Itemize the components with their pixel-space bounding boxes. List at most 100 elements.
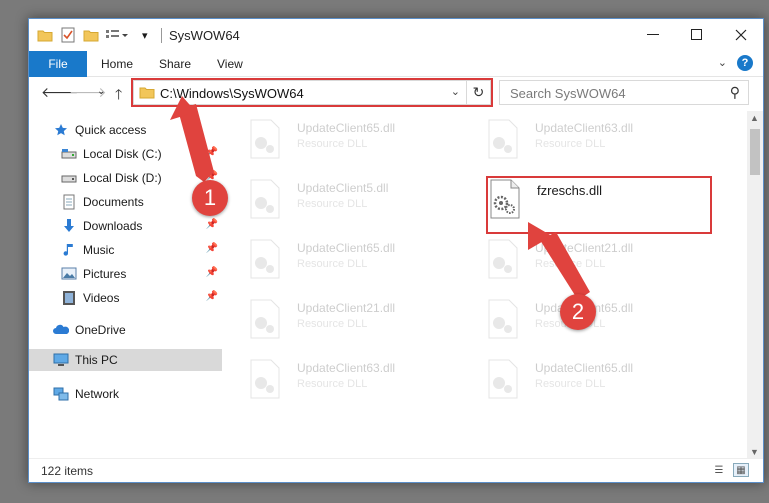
file-name: UpdateClient21.dll [297,301,396,315]
search-placeholder: Search SysWOW64 [510,86,626,101]
drive-icon [61,146,77,162]
sidebar-item-label: Music [83,243,115,257]
music-icon [61,242,77,258]
window-title: SysWOW64 [169,28,240,43]
file-item[interactable]: UpdateClient21.dll Resource DLL [487,239,707,289]
file-type: Resource DLL [535,138,606,150]
pin-icon[interactable]: 📌 [206,267,218,278]
sidebar-item-downloads[interactable]: Downloads 📌 [29,215,222,237]
documents-icon [61,194,77,210]
pin-icon[interactable]: 📌 [206,147,218,158]
downloads-icon [61,218,77,234]
onedrive-icon [53,322,69,338]
new-folder-icon[interactable] [83,26,99,44]
pin-icon[interactable]: 📌 [206,291,218,302]
dll-file-icon [488,299,518,339]
sidebar-item-label: Local Disk (C:) [83,147,162,161]
file-item[interactable]: UpdateClient63.dll Resource DLL [487,119,707,169]
file-name: UpdateClient65.dll [297,241,396,255]
title-divider [161,28,162,43]
file-type: Resource DLL [297,198,368,210]
sidebar-item-label: Quick access [75,123,147,137]
tab-file[interactable]: File [29,51,87,77]
file-type: Resource DLL [297,138,368,150]
sidebar-item-label: Pictures [83,267,127,281]
file-item[interactable]: UpdateClient21.dll Resource DLL [249,299,469,349]
file-type: Resource DLL [535,378,606,390]
up-arrow-icon[interactable]: 🡑 [115,84,122,108]
tab-view[interactable]: View [217,57,243,71]
dll-file-icon [250,239,280,279]
search-icon[interactable]: ⚲ [730,84,740,101]
dll-file-icon [488,239,518,279]
file-type: Resource DLL [297,378,368,390]
explorer-window: ▾ SysWOW64 File Home Share View ⌄ ? 🡐 🡒 … [28,18,764,483]
tab-home[interactable]: Home [101,57,133,71]
file-name: UpdateClient65.dll [535,361,634,375]
scroll-up-icon[interactable]: ▲ [750,113,759,123]
close-icon[interactable] [719,19,763,51]
details-view-icon[interactable]: ☰ [711,463,727,477]
file-name: UpdateClient5.dll [297,181,389,195]
qa-dropdown-icon[interactable]: ▾ [142,26,148,44]
dll-file-icon [250,299,280,339]
file-name: UpdateClient65.dll [297,121,396,135]
sidebar-item-videos[interactable]: Videos 📌 [29,287,222,309]
sidebar-item-label: This PC [75,353,118,367]
navigation-bar: 🡐 🡒 ⌄ 🡑 C:\Windows\SysWOW64 ⌄ ↻ Search S… [29,77,763,109]
sidebar-item-local-disk-d[interactable]: Local Disk (D:) 📌 [29,167,222,189]
chevron-down-icon[interactable]: ⌄ [718,56,727,69]
sidebar-item-label: Documents [83,195,144,209]
help-icon[interactable]: ? [737,55,753,71]
videos-icon [61,290,77,306]
network-icon [53,386,69,402]
drive-icon [61,170,77,186]
file-item[interactable]: UpdateClient5.dll Resource DLL [249,179,469,229]
file-item[interactable]: UpdateClient63.dll Resource DLL [249,359,469,409]
minimize-icon[interactable] [631,19,675,51]
dll-file-icon [250,359,280,399]
large-icons-view-icon[interactable]: ▦ [733,463,749,477]
sidebar-item-this-pc[interactable]: This PC [29,349,222,371]
properties-icon[interactable] [61,26,75,44]
file-type: Resource DLL [297,258,368,270]
sidebar-item-pictures[interactable]: Pictures 📌 [29,263,222,285]
file-name: UpdateClient63.dll [535,121,634,135]
file-highlight-box [486,176,712,234]
pin-icon[interactable]: 📌 [206,243,218,254]
vertical-scrollbar[interactable]: ▲ ▼ [747,111,763,459]
sidebar-item-onedrive[interactable]: OneDrive [29,319,222,341]
dll-file-icon [488,119,518,159]
recent-locations-icon[interactable]: ⌄ [97,86,105,97]
file-item[interactable]: UpdateClient65.dll Resource DLL [249,239,469,289]
sidebar-item-label: Network [75,387,120,401]
maximize-icon[interactable] [675,19,719,51]
step-badge-1: 1 [192,180,228,216]
tab-share[interactable]: Share [159,57,191,71]
file-item[interactable]: UpdateClient65.dll Resource DLL [487,299,707,349]
sidebar-item-music[interactable]: Music 📌 [29,239,222,261]
file-item[interactable]: UpdateClient65.dll Resource DLL [249,119,469,169]
title-bar: ▾ SysWOW64 [29,19,763,51]
pc-icon [53,352,69,368]
status-bar: 122 items ☰ ▦ [29,458,763,482]
ribbon-tabs: File Home Share View ⌄ ? [29,51,763,77]
scroll-down-icon[interactable]: ▼ [750,447,759,457]
address-highlight-box [131,78,493,107]
sidebar-item-label: Videos [83,291,120,305]
item-count: 122 items [41,464,94,478]
customize-qa-icon[interactable] [105,26,129,44]
file-type: Resource DLL [535,258,606,270]
step-badge-2: 2 [560,294,596,330]
sidebar-item-quick-access[interactable]: Quick access [29,119,222,141]
file-name: UpdateClient21.dll [535,241,634,255]
file-name: UpdateClient63.dll [297,361,396,375]
scroll-thumb[interactable] [750,129,760,175]
pin-icon[interactable]: 📌 [206,219,218,230]
sidebar-item-label: OneDrive [75,323,126,337]
dll-file-icon [250,179,280,219]
sidebar-item-local-disk-c[interactable]: Local Disk (C:) 📌 [29,143,222,165]
sidebar-item-network[interactable]: Network [29,383,222,405]
file-item[interactable]: UpdateClient65.dll Resource DLL [487,359,707,409]
search-box[interactable]: Search SysWOW64 ⚲ [499,80,749,105]
